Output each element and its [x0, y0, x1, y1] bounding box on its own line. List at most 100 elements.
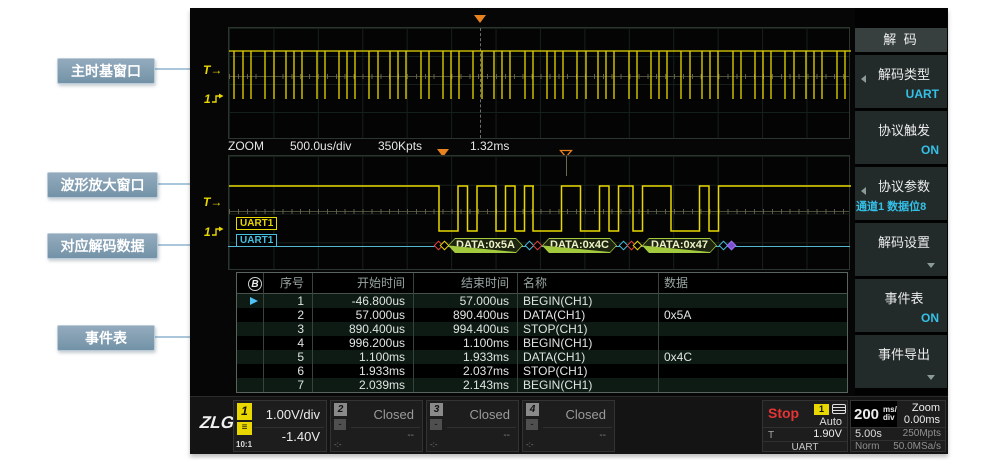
status-bar: ZLG® 1 ≡ 10:1 1.00V/div -1.40V 2-Closed-… — [190, 396, 948, 454]
main-timebase-window — [228, 27, 850, 139]
trigger-block[interactable]: Stop 1 Auto T 1.90V UART — [762, 400, 848, 452]
cell: DATA(CH1) — [518, 308, 659, 322]
cell — [237, 308, 264, 322]
channel1-badge: 1 — [237, 403, 252, 420]
channel-probe-placeholder: -:- — [430, 440, 438, 449]
zoom-title: ZOOM — [228, 139, 264, 154]
timebase-number: 200 — [854, 406, 879, 423]
menu-item-label: 协议触发 — [865, 120, 943, 139]
menu-item-3[interactable]: 解码设置 — [855, 223, 947, 276]
cell: BEGIN(CH1) — [518, 336, 659, 350]
channel-state: Closed — [374, 407, 414, 422]
cell — [237, 350, 264, 364]
chevron-down-icon — [927, 263, 935, 268]
coupling-off-icon: - — [526, 419, 538, 430]
cell: 996.200us — [313, 336, 414, 350]
menu-item-1[interactable]: 协议触发ON — [855, 111, 947, 164]
zoom-value: 0.00ms — [904, 414, 940, 426]
sample-rate: 50.0MSa/s — [893, 441, 941, 453]
channel-value-placeholder: -- — [407, 430, 414, 441]
menu-item-5[interactable]: 事件导出 — [855, 335, 947, 388]
channel4-block[interactable]: 4-Closed---:- — [522, 400, 615, 452]
cell — [659, 364, 847, 378]
trigger-position-icon[interactable] — [473, 14, 487, 24]
menu-item-value: UART — [906, 87, 939, 101]
cell: 5 — [264, 350, 313, 364]
channel-value-placeholder: -- — [503, 430, 510, 441]
table-row[interactable]: 51.100ms1.933msDATA(CH1)0x4C — [237, 350, 847, 364]
menu-title: 解 码 — [855, 28, 947, 52]
cell: STOP(CH1) — [518, 322, 659, 336]
channel1-block[interactable]: 1 ≡ 10:1 1.00V/div -1.40V — [233, 400, 327, 452]
cell: 0x5A — [659, 308, 847, 322]
decode-marker-red-icon — [533, 241, 543, 251]
trigger-type-icon — [832, 404, 846, 414]
decode-bubble-2: DATA:0x47 — [642, 238, 717, 253]
decode-bubble-1: DATA:0x4C — [542, 238, 617, 253]
decode-marker-yellow-icon — [633, 241, 643, 251]
zoom-points: 350Kpts — [378, 139, 422, 154]
cell — [659, 336, 847, 350]
side-menu: 解 码 解码类型UART协议触发ON协议参数通道1 数据位8解码设置事件表ON事… — [855, 8, 947, 395]
menu-item-label: 解码类型 — [865, 64, 943, 83]
column-header-2: 开始时间 — [313, 273, 414, 294]
callout-label-3: 事件表 — [57, 325, 155, 351]
decode-bubble-text: DATA:0x5A — [449, 239, 522, 252]
table-row[interactable]: 1-46.800us57.000usBEGIN(CH1) — [237, 294, 847, 308]
selected-row-arrow-icon — [250, 297, 258, 305]
channel-probe-placeholder: -:- — [334, 440, 342, 449]
cell: 2.037ms — [414, 364, 518, 378]
cell — [659, 294, 847, 308]
table-row[interactable]: 3890.400us994.400usSTOP(CH1) — [237, 322, 847, 336]
timebase-block[interactable]: 200 ms/ div Zoom 0.00ms 5.00s 250Mpts No… — [850, 400, 946, 452]
decode-bubble-0: DATA:0x5A — [448, 238, 523, 253]
decode-result-row: DATA:0x5A DATA:0x4C DATA:0x47 — [228, 238, 850, 255]
menu-item-value: ON — [921, 311, 939, 325]
bus-icon: B — [248, 277, 262, 291]
cell: 7 — [264, 378, 313, 392]
channel3-block[interactable]: 3-Closed---:- — [426, 400, 519, 452]
zoom-ch1-position-marker[interactable]: 1 — [204, 226, 224, 238]
cell — [659, 322, 847, 336]
cell: 57.000us — [414, 294, 518, 308]
cell: 3 — [264, 322, 313, 336]
cell: 890.400us — [414, 308, 518, 322]
cell: 1.100ms — [313, 350, 414, 364]
table-row[interactable]: 4996.200us1.100msBEGIN(CH1) — [237, 336, 847, 350]
cell: BEGIN(CH1) — [518, 378, 659, 392]
column-header-5: 数据 — [659, 273, 847, 294]
main-trigger-level-marker[interactable]: T→ — [203, 64, 221, 76]
menu-item-label: 协议参数 — [865, 176, 943, 195]
channel-badge: 4 — [526, 403, 539, 416]
main-waveform — [229, 28, 851, 140]
decode-bubble-text: DATA:0x47 — [643, 239, 716, 252]
cell: 1 — [264, 294, 313, 308]
column-header-4: 名称 — [518, 273, 659, 294]
table-row[interactable]: 61.933ms2.037msSTOP(CH1) — [237, 364, 847, 378]
menu-item-subvalue: 通道1 数据位8 — [856, 198, 947, 214]
cell — [237, 378, 264, 392]
menu-item-4[interactable]: 事件表 ON — [855, 279, 947, 332]
zoom-trigger-level-marker[interactable]: T→ — [203, 196, 221, 208]
menu-item-0[interactable]: 解码类型 UART — [855, 55, 947, 108]
column-header-1: 序号 — [264, 273, 313, 294]
capture-window: 5.00s — [855, 428, 882, 440]
cell: 57.000us — [313, 308, 414, 322]
probe-attenuation: 10:1 — [236, 440, 252, 449]
coupling-off-icon: - — [334, 419, 346, 430]
uart1-channel-label: UART1 — [236, 217, 277, 230]
channel2-block[interactable]: 2-Closed---:- — [330, 400, 423, 452]
column-header-3: 结束时间 — [414, 273, 518, 294]
cell: DATA(CH1) — [518, 350, 659, 364]
cell — [237, 336, 264, 350]
table-row[interactable]: 257.000us890.400usDATA(CH1)0x5A — [237, 308, 847, 322]
acquire-mode: Norm — [855, 441, 879, 453]
menu-item-label: 事件表 — [865, 288, 943, 307]
main-ch1-position-marker[interactable]: 1 — [204, 93, 224, 105]
zoom-label: Zoom — [912, 402, 940, 414]
cell: 2 — [264, 308, 313, 322]
menu-item-2[interactable]: 协议参数通道1 数据位8 — [855, 167, 947, 220]
table-row[interactable]: 72.039ms2.143msBEGIN(CH1) — [237, 378, 847, 392]
run-state: Stop — [768, 405, 799, 421]
cell: 994.400us — [414, 322, 518, 336]
